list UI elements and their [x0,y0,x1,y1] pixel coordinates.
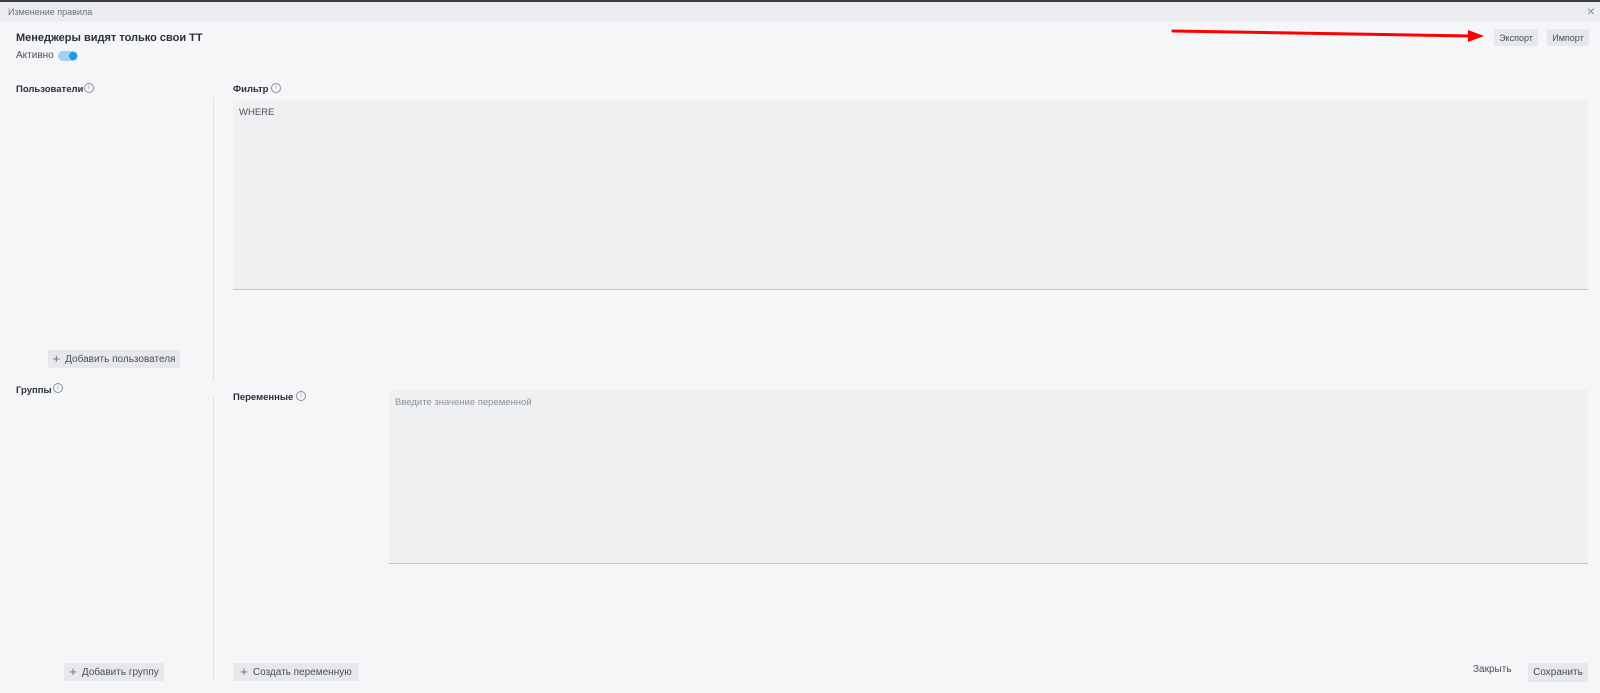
window-title: Изменение правила [8,7,93,17]
active-label: Активно [16,50,54,61]
active-toggle[interactable] [58,51,78,61]
create-variable-label: Создать переменную [252,666,352,678]
filter-info-icon[interactable]: i [271,83,281,93]
groups-label: Группы [16,385,52,396]
divider-top [213,97,214,381]
users-label: Пользователи [16,84,84,95]
toggle-knob [69,52,77,60]
add-user-label: Добавить пользователя [65,353,176,365]
variable-value-input[interactable]: Введите значение переменной [389,390,1588,564]
save-button[interactable]: Сохранить [1528,663,1588,682]
variable-placeholder: Введите значение переменной [395,397,532,408]
filter-editor[interactable]: WHERE [233,100,1588,290]
variables-info-icon[interactable]: i [296,391,306,401]
add-group-label: Добавить группу [81,666,159,678]
window-titlebar: Изменение правила × [0,0,1600,22]
plus-icon: + [240,664,248,679]
divider-bottom [213,397,214,681]
close-icon[interactable]: × [1587,4,1595,18]
variables-label: Переменные [233,392,294,403]
rule-name: Менеджеры видят только свои ТТ [16,32,203,44]
add-user-button[interactable]: + Добавить пользователя [48,350,180,368]
filter-label: Фильтр [233,84,269,95]
create-variable-button[interactable]: + Создать переменную [233,663,359,681]
export-button[interactable]: Экспорт [1494,29,1538,46]
filter-value: WHERE [239,107,275,118]
users-info-icon[interactable]: i [84,83,94,93]
groups-info-icon[interactable]: i [53,383,63,393]
plus-icon: + [52,351,61,366]
plus-icon: + [69,664,77,679]
close-button[interactable]: Закрыть [1473,664,1512,675]
import-button[interactable]: Импорт [1547,29,1589,46]
add-group-button[interactable]: + Добавить группу [64,663,164,681]
